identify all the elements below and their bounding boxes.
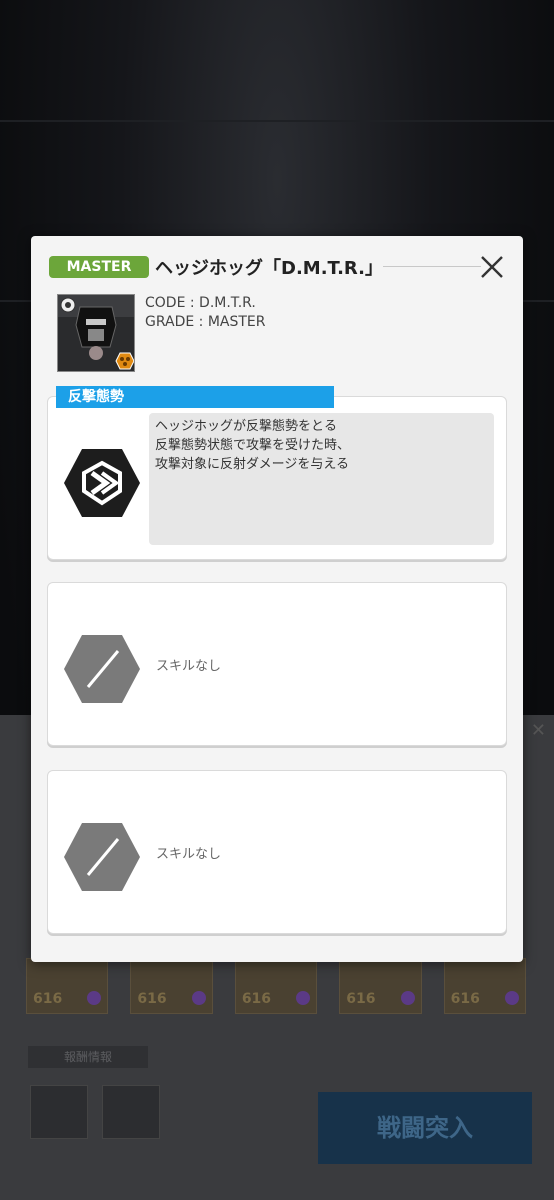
gem-icon (87, 991, 102, 1005)
character-grade: GRADE : MASTER (145, 314, 266, 330)
character-info: CODE : D.M.T.R. GRADE : MASTER (145, 294, 266, 332)
gem-icon (191, 991, 206, 1005)
character-portrait-image (58, 295, 134, 371)
card-label: 616 (450, 991, 480, 1007)
background-card-row: 616 616 616 616 616 (26, 958, 527, 1014)
no-skill-icon (64, 635, 140, 703)
skill-description-line: 攻撃対象に反射ダメージを与える (155, 457, 349, 472)
no-skill-icon (64, 823, 140, 891)
close-icon (481, 256, 503, 278)
reward-item[interactable] (30, 1085, 88, 1139)
battle-start-button[interactable]: 戦闘突入 (318, 1092, 532, 1164)
skill-card-1: ヘッジホッグが反撃態勢をとる 反撃態勢状態で攻撃を受けた時、 攻撃対象に反射ダメ… (47, 396, 507, 560)
skill-card-3: スキルなし (47, 770, 507, 934)
skill-description-line: ヘッジホッグが反撃態勢をとる (155, 419, 338, 434)
gem-icon (400, 991, 415, 1005)
close-button[interactable] (479, 254, 505, 280)
title-divider (383, 266, 481, 267)
gem-icon (296, 991, 311, 1005)
card-label: 616 (241, 991, 272, 1007)
card-label: 616 (33, 991, 63, 1007)
background-card[interactable]: 616 (234, 958, 318, 1014)
skill-name-tab: 反撃態勢 (56, 386, 334, 408)
modal-title: ヘッジホッグ「D.M.T.R.」 (155, 258, 383, 279)
skill-description-line: 反撃態勢状態で攻撃を受けた時、 (155, 438, 351, 453)
background-close-icon: ✕ (530, 720, 546, 741)
card-label: 616 (137, 991, 167, 1007)
character-skill-modal: MASTER ヘッジホッグ「D.M.T.R.」 CODE : D.M.T.R. … (31, 236, 523, 962)
reward-item[interactable] (102, 1085, 160, 1139)
skill-empty-label: スキルなし (156, 659, 222, 674)
reward-info-label: 報酬情報 (28, 1046, 148, 1068)
character-code: CODE : D.M.T.R. (145, 295, 256, 311)
grade-badge: MASTER (49, 256, 149, 278)
skill-card-2: スキルなし (47, 582, 507, 746)
character-portrait (57, 294, 135, 372)
counter-stance-icon (64, 449, 140, 517)
background-card[interactable]: 616 (26, 958, 109, 1014)
skill-description: ヘッジホッグが反撃態勢をとる 反撃態勢状態で攻撃を受けた時、 攻撃対象に反射ダメ… (149, 413, 494, 545)
background-card[interactable]: 616 (130, 958, 213, 1014)
skill-empty-label: スキルなし (156, 847, 222, 862)
background-card[interactable]: 616 (339, 958, 422, 1014)
background-divider (0, 120, 554, 122)
card-label: 616 (346, 991, 376, 1007)
background-card[interactable]: 616 (443, 958, 527, 1014)
gem-icon (505, 991, 520, 1005)
